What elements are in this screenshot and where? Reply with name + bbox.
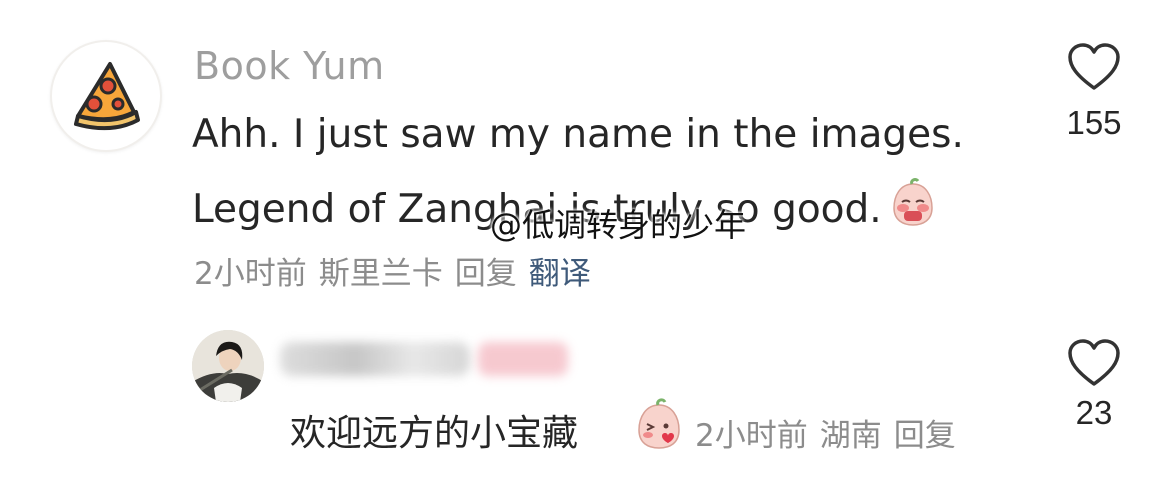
comment-location: 斯里兰卡: [318, 256, 443, 292]
reply-time: 2小时前: [695, 418, 808, 454]
comment-text-line: Ahh. I just saw my name in the images.: [192, 112, 964, 157]
reply-reply-button[interactable]: 回复: [894, 418, 956, 454]
comment-time: 2小时前: [194, 256, 307, 292]
reply-meta: 2小时前 湖南 回复: [695, 410, 968, 455]
reply-avatar[interactable]: [192, 330, 264, 402]
person-avatar-icon: [192, 330, 264, 402]
reply-text: 欢迎远方的小宝藏: [290, 413, 579, 454]
blurred-author-badge: [478, 342, 568, 376]
like-button[interactable]: 155: [1059, 42, 1129, 142]
like-count: 155: [1066, 104, 1122, 141]
translate-button[interactable]: 翻译: [529, 256, 591, 292]
comment-meta: 2小时前 斯里兰卡 回复 翻译: [194, 248, 603, 293]
comment-username[interactable]: Book Yum: [194, 44, 385, 88]
kissing-peach-emoji-icon: [632, 398, 686, 456]
pizza-icon: [74, 62, 140, 131]
blurred-username: [280, 342, 470, 376]
blushing-peach-emoji-icon: [888, 178, 938, 238]
reply-like-button[interactable]: 23: [1059, 338, 1129, 432]
watermark: @低调转身的少年: [490, 206, 747, 244]
reply-button[interactable]: 回复: [455, 256, 517, 292]
reply-like-count: 23: [1075, 394, 1113, 431]
reply-location: 湖南: [819, 418, 882, 454]
heart-icon[interactable]: [1066, 338, 1122, 388]
avatar[interactable]: [50, 40, 162, 152]
heart-icon[interactable]: [1066, 42, 1122, 92]
